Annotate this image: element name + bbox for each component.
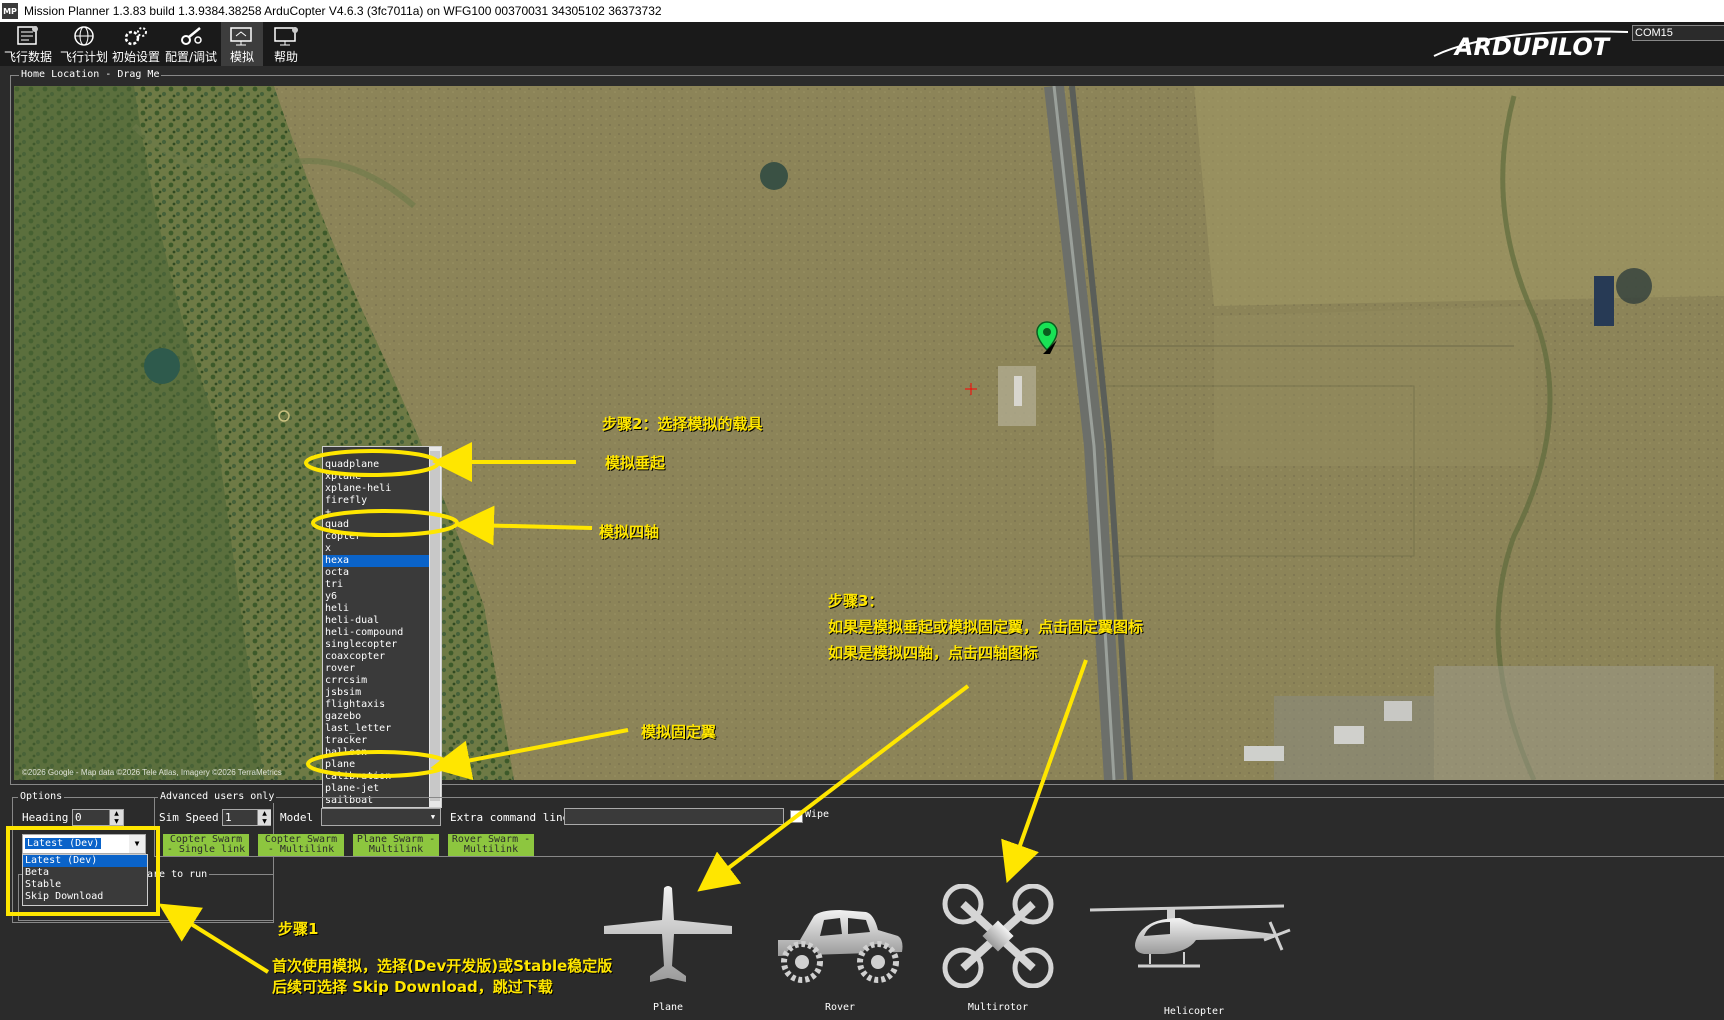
highlight-plane [306,750,450,778]
quad-note: 模拟四轴 [599,523,660,541]
highlight-quad [311,509,459,537]
highlight-version [6,826,160,916]
arrow [1001,659,1088,884]
step1-line1-note: 首次使用模拟，选择(Dev开发版)或Stable稳定版 [272,957,613,975]
fixed-wing-note: 模拟固定翼 [641,723,717,741]
highlight-quadplane [304,449,440,477]
step3-line3-note: 如果是模拟四轴，点击四轴图标 [828,644,1039,662]
arrow [454,505,593,546]
step3-line1-note: 步骤3： [828,592,884,610]
arrow [158,903,270,974]
arrow [430,728,629,781]
step2-title-note: 步骤2：选择模拟的载具 [602,415,763,433]
step1-line2-note: 后续可选择 Skip Download，跳过下载 [272,978,553,996]
arrow [697,684,970,892]
vtol-note: 模拟垂起 [605,454,666,472]
annotation-overlay [6,442,1088,974]
step3-line2-note: 如果是模拟垂起或模拟固定翼，点击固定翼图标 [828,618,1144,636]
step1-title-note: 步骤1 [278,920,319,938]
